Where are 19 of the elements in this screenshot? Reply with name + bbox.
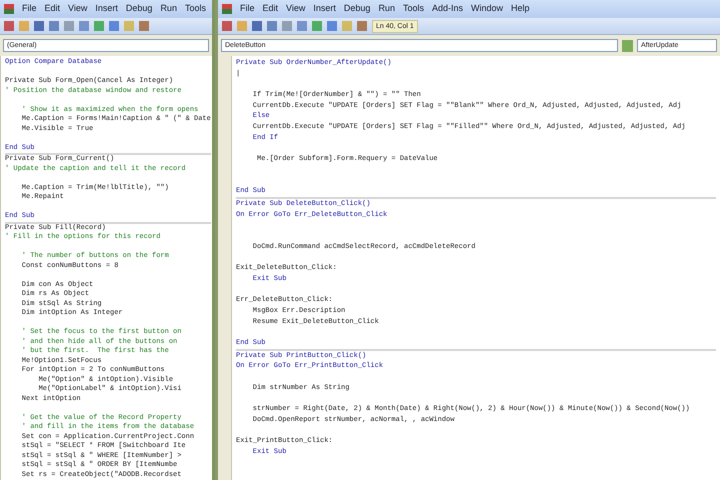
menu-item[interactable]: Window [471,2,504,16]
app-icon [4,4,14,14]
menu-item[interactable]: Tools [184,2,206,16]
menu-item[interactable]: Insert [313,2,336,16]
menu-item[interactable]: View [68,2,88,16]
menu-item[interactable]: Help [511,2,530,16]
menu-item[interactable]: Run [160,2,177,16]
menu-item[interactable]: Edit [262,2,278,16]
menu-item[interactable]: Edit [44,2,60,16]
menu-item[interactable]: Add-Ins [432,2,463,16]
app-icon [222,4,232,14]
menu-item[interactable]: Tools [402,2,424,16]
menu-item[interactable]: Debug [126,2,152,16]
menu-item[interactable]: Insert [95,2,118,16]
menu-item[interactable]: Debug [344,2,370,16]
menu-item[interactable]: File [22,2,37,16]
menu-item[interactable]: View [286,2,306,16]
menu-item[interactable]: Run [378,2,395,16]
menu-item[interactable]: File [240,2,255,16]
